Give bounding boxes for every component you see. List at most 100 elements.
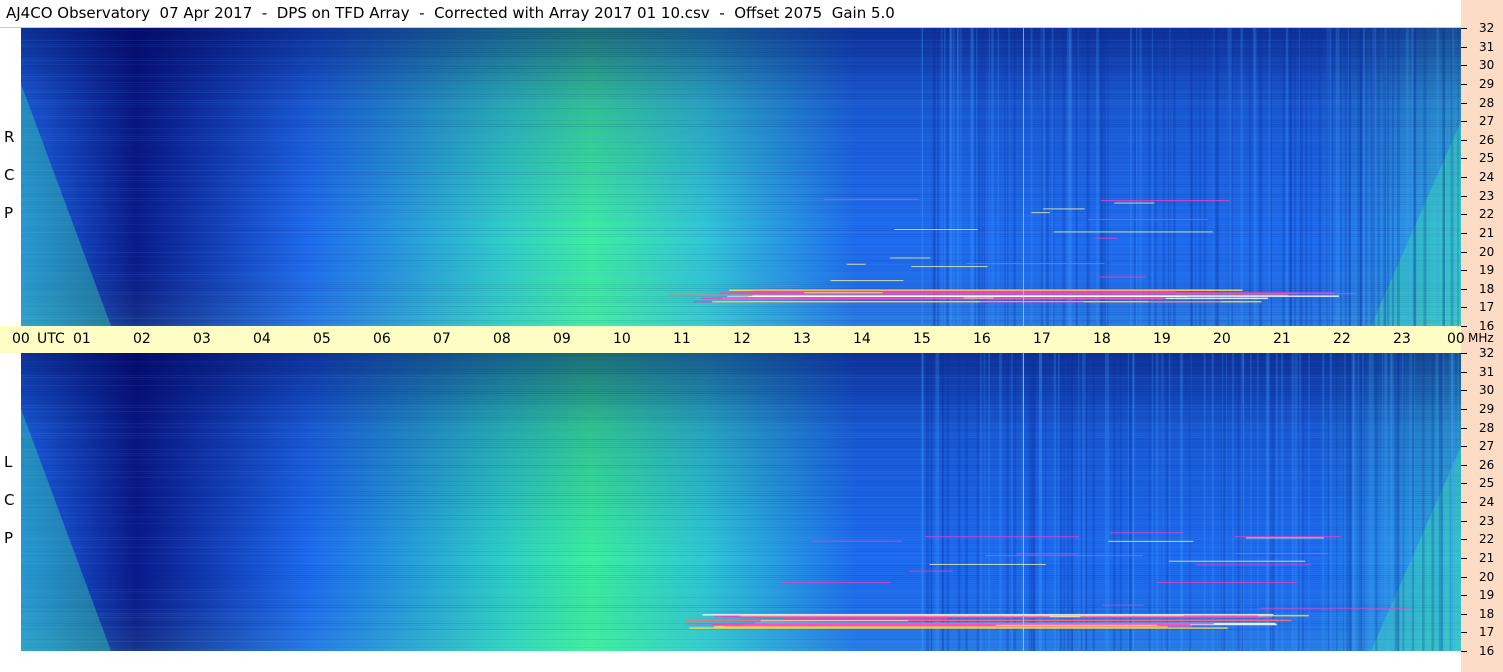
frequency-band (21, 499, 1461, 500)
time-stripe (1386, 28, 1390, 326)
time-stripe (1129, 353, 1132, 651)
time-stripe (1203, 353, 1206, 651)
frequency-band (21, 571, 1461, 572)
frequency-tick-label: 31 (1479, 364, 1495, 379)
time-stripe (1195, 28, 1197, 326)
time-stripe (1134, 28, 1136, 326)
frequency-tick (1461, 557, 1467, 559)
time-stripe (991, 28, 994, 326)
frequency-band (21, 58, 1461, 59)
frequency-band (21, 88, 1461, 89)
time-stripe (1011, 353, 1013, 651)
frequency-band (21, 154, 1461, 155)
frequency-band (21, 250, 1461, 251)
time-stripe (983, 353, 985, 651)
frequency-band (21, 254, 1461, 255)
time-stripe (1162, 28, 1165, 326)
frequency-band (21, 359, 1461, 360)
frequency-band (21, 314, 1461, 315)
interference-line (846, 263, 866, 265)
time-stripe (1211, 353, 1215, 651)
frequency-band (21, 222, 1461, 223)
vertical-artifact-line (1023, 28, 1024, 326)
frequency-band (21, 80, 1461, 81)
polarization-letter: P (4, 529, 14, 547)
frequency-band (21, 90, 1461, 91)
interference-line (995, 624, 1158, 626)
time-stripe (1375, 353, 1378, 651)
interference-line (894, 229, 978, 231)
frequency-band (21, 485, 1461, 486)
frequency-band (21, 515, 1461, 516)
frequency-band (21, 403, 1461, 404)
frequency-tick-label: 24 (1479, 170, 1495, 184)
time-stripe (1268, 28, 1271, 326)
frequency-band (21, 266, 1461, 267)
frequency-band (21, 393, 1461, 394)
time-tick-label: 23 (1393, 331, 1411, 347)
time-stripe (1040, 28, 1043, 326)
frequency-band (21, 36, 1461, 37)
time-stripe (1335, 28, 1338, 326)
frequency-band (21, 144, 1461, 145)
interference-line (985, 555, 1143, 557)
frequency-band (21, 210, 1461, 211)
frequency-band (21, 573, 1461, 574)
frequency-band (21, 244, 1461, 245)
interference-line (1042, 208, 1085, 210)
time-stripe (1405, 28, 1409, 326)
frequency-tick-label: 21 (1479, 550, 1495, 565)
time-tick-label: 08 (493, 331, 511, 347)
time-stripe (970, 28, 973, 326)
frequency-band (21, 549, 1461, 550)
time-stripe (930, 353, 933, 651)
frequency-band (21, 276, 1461, 277)
time-stripe (1331, 28, 1334, 326)
frequency-band (21, 513, 1461, 514)
frequency-band (21, 234, 1461, 235)
frequency-band (21, 272, 1461, 273)
frequency-band (21, 56, 1461, 57)
time-stripe (1398, 353, 1400, 651)
frequency-band (21, 42, 1461, 43)
time-stripe (1062, 28, 1066, 326)
frequency-band (21, 128, 1461, 129)
title-bar: AJ4CO Observatory 07 Apr 2017 - DPS on T… (0, 0, 1461, 28)
frequency-band (21, 268, 1461, 269)
time-stripe (1190, 28, 1193, 326)
frequency-band (21, 126, 1461, 127)
time-stripe (1240, 28, 1243, 326)
time-stripe (1063, 353, 1066, 651)
time-stripe (1412, 353, 1414, 651)
frequency-tick (1461, 464, 1467, 466)
frequency-band (21, 531, 1461, 532)
time-stripe (1423, 28, 1427, 326)
frequency-band (21, 505, 1461, 506)
frequency-tick-label: 16 (1479, 644, 1495, 658)
time-stripe (1225, 353, 1227, 651)
time-stripe (1266, 353, 1270, 651)
frequency-tick-label: 23 (1479, 188, 1495, 203)
frequency-band (21, 645, 1461, 646)
frequency-tick (1461, 121, 1467, 123)
time-stripe (1318, 28, 1322, 326)
frequency-band (21, 62, 1461, 63)
frequency-band (21, 50, 1461, 51)
frequency-band (21, 541, 1461, 542)
time-stripe (1457, 28, 1459, 326)
frequency-band (21, 557, 1461, 558)
frequency-band (21, 270, 1461, 271)
interference-line (1114, 202, 1155, 204)
frequency-band (21, 208, 1461, 209)
frequency-band (21, 54, 1461, 55)
time-stripe (1249, 28, 1252, 326)
time-stripe (1053, 353, 1057, 651)
frequency-band (21, 435, 1461, 436)
time-stripe (1214, 28, 1217, 326)
frequency-band (21, 599, 1461, 600)
frequency-band (21, 601, 1461, 602)
time-stripe (1067, 353, 1070, 651)
frequency-band (21, 415, 1461, 416)
time-stripe (1084, 353, 1086, 651)
frequency-band (21, 158, 1461, 159)
